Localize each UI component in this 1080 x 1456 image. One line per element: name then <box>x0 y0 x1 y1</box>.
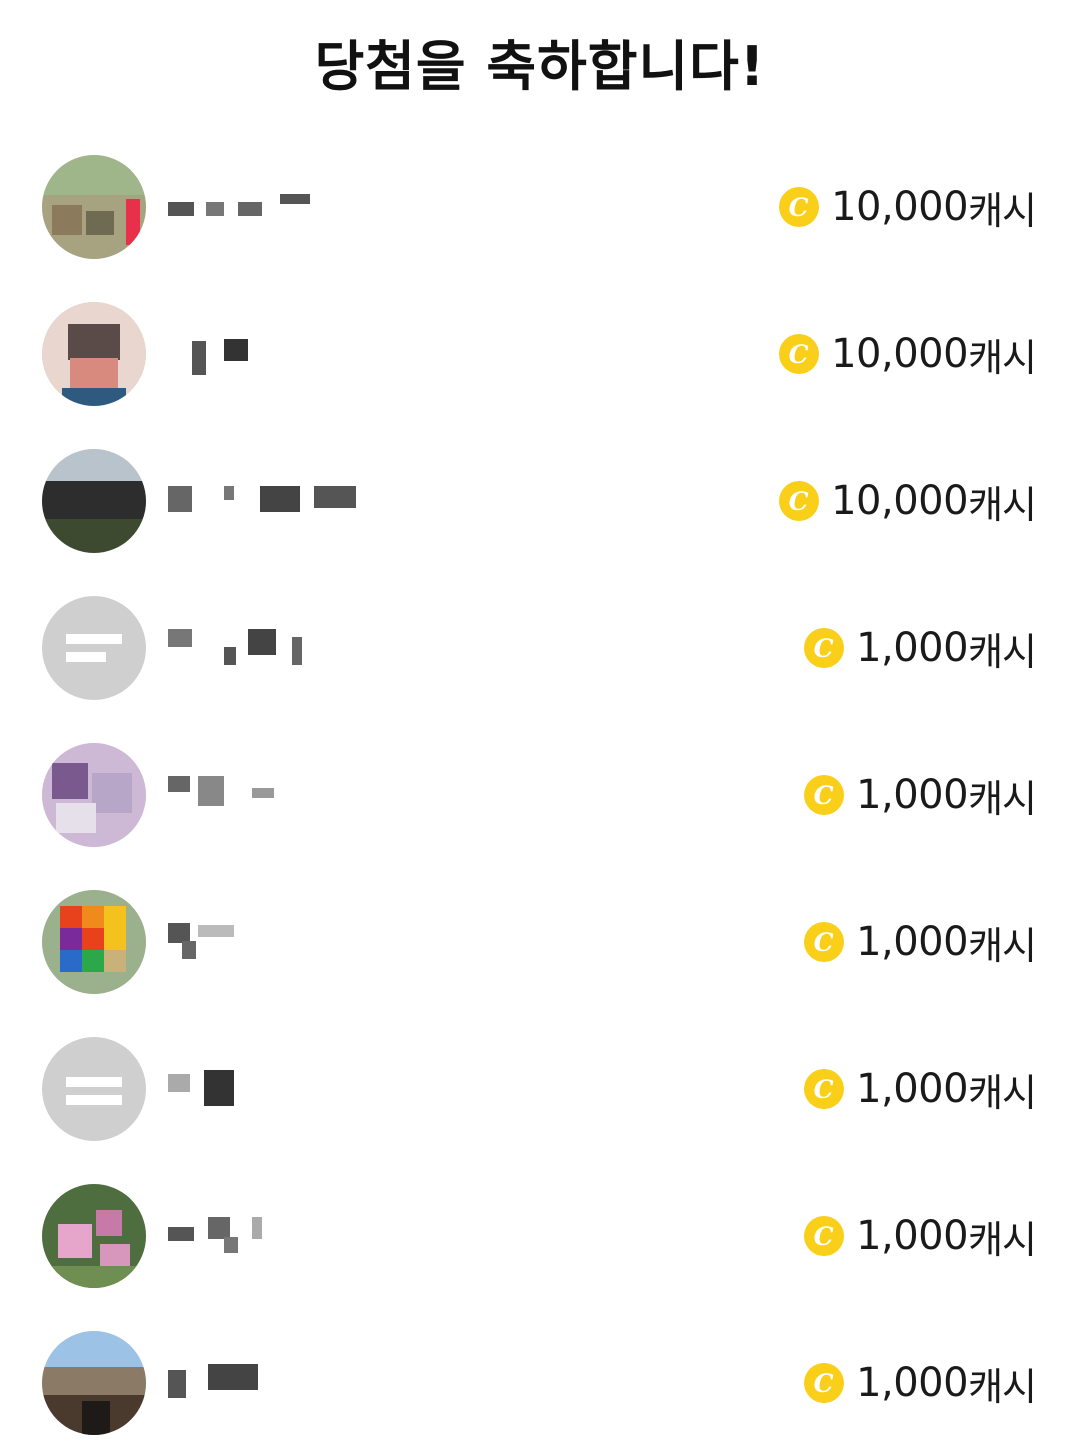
winner-row: C 10,000 캐시 <box>0 280 1080 427</box>
default-profile-icon <box>66 1067 122 1111</box>
reward-unit: 캐시 <box>968 629 1037 674</box>
avatar <box>42 302 146 406</box>
avatar <box>42 596 146 700</box>
cash-coin-icon: C <box>804 1069 845 1109</box>
reward-unit: 캐시 <box>968 1217 1037 1262</box>
winner-row: C 1,000 캐시 <box>0 574 1080 721</box>
reward-amount: 1,000 <box>856 1360 969 1406</box>
winner-name-blurred <box>168 335 368 375</box>
winner-name-blurred <box>168 1217 368 1257</box>
cash-coin-icon: C <box>804 922 845 962</box>
reward-amount: 1,000 <box>856 772 969 818</box>
reward: C 1,000 캐시 <box>804 1063 1037 1115</box>
reward-amount: 1,000 <box>856 919 969 965</box>
winner-row: C 1,000 캐시 <box>0 868 1080 1015</box>
winner-list: C 10,000 캐시 C 10,000 캐시 C 10,000 캐시 C 1,… <box>0 133 1080 1456</box>
avatar <box>42 1037 146 1141</box>
reward-unit: 캐시 <box>968 923 1037 968</box>
reward: C 1,000 캐시 <box>804 1210 1037 1262</box>
reward: C 10,000 캐시 <box>779 181 1037 233</box>
reward-amount: 10,000 <box>831 184 969 230</box>
cash-coin-icon: C <box>804 1363 845 1403</box>
cash-coin-icon: C <box>804 775 845 815</box>
cash-coin-icon: C <box>804 1216 845 1256</box>
cash-coin-icon: C <box>779 187 820 227</box>
cash-coin-icon: C <box>779 481 820 521</box>
winner-row: C 1,000 캐시 <box>0 721 1080 868</box>
reward: C 1,000 캐시 <box>804 769 1037 821</box>
reward: C 1,000 캐시 <box>804 622 1037 674</box>
winner-name-blurred <box>168 923 368 963</box>
winner-name-blurred <box>168 1364 368 1404</box>
default-profile-icon <box>66 626 122 670</box>
avatar <box>42 890 146 994</box>
winner-row: C 1,000 캐시 <box>0 1162 1080 1309</box>
avatar <box>42 1331 146 1435</box>
reward: C 10,000 캐시 <box>779 475 1037 527</box>
reward-amount: 1,000 <box>856 1066 969 1112</box>
cash-coin-icon: C <box>804 628 845 668</box>
reward-amount: 10,000 <box>831 478 969 524</box>
winner-row: C 10,000 캐시 <box>0 427 1080 574</box>
page-title: 당첨을 축하합니다! <box>314 35 766 98</box>
reward-amount: 10,000 <box>831 331 969 377</box>
reward-unit: 캐시 <box>968 776 1037 821</box>
winner-name-blurred <box>168 188 368 228</box>
winner-name-blurred <box>168 1070 368 1110</box>
winner-row: C 1,000 캐시 <box>0 1309 1080 1456</box>
reward-unit: 캐시 <box>968 188 1037 233</box>
avatar <box>42 155 146 259</box>
reward-unit: 캐시 <box>968 1364 1037 1409</box>
winner-name-blurred <box>168 776 368 816</box>
avatar <box>42 1184 146 1288</box>
avatar <box>42 449 146 553</box>
reward-unit: 캐시 <box>968 1070 1037 1115</box>
reward-amount: 1,000 <box>856 1213 969 1259</box>
winner-name-blurred <box>168 629 368 669</box>
reward-unit: 캐시 <box>968 335 1037 380</box>
winner-row: C 10,000 캐시 <box>0 133 1080 280</box>
cash-coin-icon: C <box>779 334 820 374</box>
avatar <box>42 743 146 847</box>
winner-name-blurred <box>168 482 368 522</box>
reward: C 1,000 캐시 <box>804 1357 1037 1409</box>
reward: C 1,000 캐시 <box>804 916 1037 968</box>
reward-amount: 1,000 <box>856 625 969 671</box>
winner-row: C 1,000 캐시 <box>0 1015 1080 1162</box>
reward: C 10,000 캐시 <box>779 328 1037 380</box>
reward-unit: 캐시 <box>968 482 1037 527</box>
